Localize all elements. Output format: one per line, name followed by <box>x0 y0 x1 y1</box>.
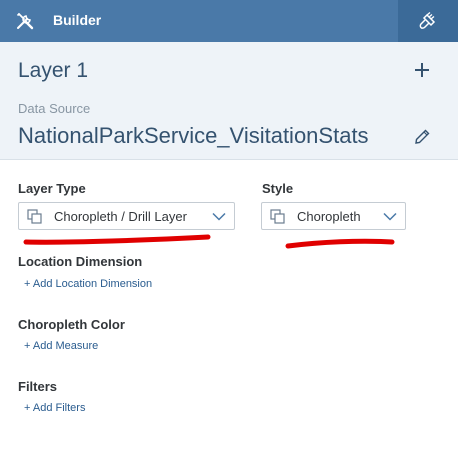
layer-panel: Layer 1 Data Source NationalParkService_… <box>0 42 458 160</box>
chevron-down-icon <box>383 212 397 221</box>
style-dropdown[interactable]: Choropleth <box>261 202 406 230</box>
add-location-dimension-link[interactable]: + Add Location Dimension <box>24 278 152 290</box>
tools-icon[interactable] <box>15 11 35 31</box>
data-source-value: NationalParkService_VisitationStats <box>18 123 369 148</box>
layer-type-dropdown[interactable]: Choropleth / Drill Layer <box>18 202 235 230</box>
plus-icon[interactable] <box>412 60 432 80</box>
chevron-down-icon <box>212 212 226 221</box>
data-source-label: Data Source <box>18 101 91 116</box>
style-underline <box>285 238 395 249</box>
builder-header: Builder <box>0 0 458 42</box>
location-dimension-label: Location Dimension <box>18 254 143 269</box>
paintbrush-icon <box>419 12 436 29</box>
layer-title: Layer 1 <box>18 59 89 82</box>
designer-tab[interactable] <box>398 0 458 42</box>
add-filters-link[interactable]: + Add Filters <box>24 402 85 414</box>
filters-label: Filters <box>18 379 58 394</box>
layer-type-label: Layer Type <box>18 181 86 196</box>
style-value: Choropleth <box>297 209 361 224</box>
style-label: Style <box>262 181 294 196</box>
layers-icon <box>27 209 42 224</box>
layer-type-underline <box>23 234 211 245</box>
add-measure-link[interactable]: + Add Measure <box>24 340 98 352</box>
layer-type-value: Choropleth / Drill Layer <box>54 209 187 224</box>
builder-title: Builder <box>53 12 102 28</box>
pencil-icon[interactable] <box>414 128 431 145</box>
choropleth-color-label: Choropleth Color <box>18 317 125 332</box>
layers-icon <box>270 209 285 224</box>
